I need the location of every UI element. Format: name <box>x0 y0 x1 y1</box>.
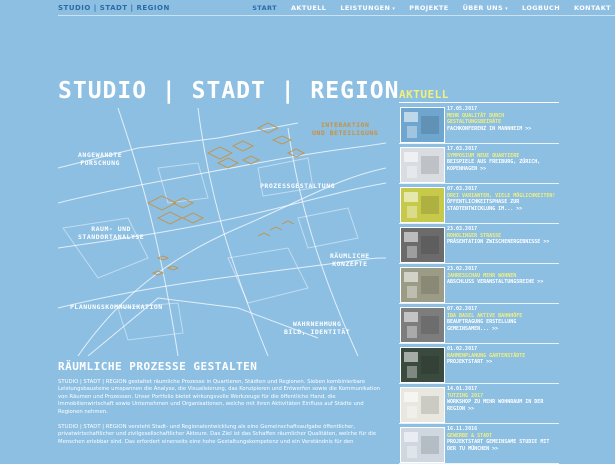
nav-ueber-uns[interactable]: ÜBER UNS ▾ <box>463 4 508 12</box>
news-date: 23.02.2017 <box>447 266 478 272</box>
news-thumbnail[interactable] <box>400 347 445 383</box>
news-thumbnail[interactable] <box>400 187 445 223</box>
news-headline-link[interactable]: GEWERBE & STADT <box>447 433 559 440</box>
news-headline-link[interactable]: TUTZING 2017 <box>447 393 559 400</box>
news-item[interactable]: 07.03.2017 DREI VARIANTEN, VIELE MÖGLICHK… <box>399 184 559 224</box>
nav-projekte[interactable]: PROJEKTE <box>409 4 448 12</box>
news-sidebar-title: AKTUELL <box>399 88 449 101</box>
news-headline-link[interactable]: IBA BASEL AKTIVE BAHNHÖFE <box>447 313 559 320</box>
nav-start-label: START <box>252 4 277 12</box>
sidebar-divider <box>399 102 559 103</box>
intro-paragraph-1: STUDIO | STADT | REGION gestaltet räumli… <box>58 379 381 415</box>
news-thumbnail[interactable] <box>400 427 445 463</box>
news-text: 07.03.2017 DREI VARIANTEN, VIELE MÖGLICHK… <box>447 186 559 212</box>
news-text: 17.05.2017 MEHR QUALITÄT DURCH GESTALTUNG… <box>447 106 559 132</box>
news-thumbnail[interactable] <box>400 387 445 423</box>
news-thumbnail[interactable] <box>400 147 445 183</box>
news-date: 23.03.2017 <box>447 226 478 232</box>
news-item[interactable]: 23.03.2017 ROHOLINGER STRASSE PRÄSENTATION… <box>399 224 559 264</box>
news-item[interactable]: 07.02.2017 IBA BASEL AKTIVE BAHNHÖFE BEAUF… <box>399 304 559 344</box>
news-teaser-link[interactable]: ABSCHLUSS VERANSTALTUNGSREIHE >> <box>447 279 559 286</box>
map-label-interaktion: INTERAKTION UND BETEILIGUNG <box>312 121 379 137</box>
news-teaser-link[interactable]: PRÄSENTATION ZWISCHENERGEBNISSE >> <box>447 239 559 246</box>
nav-kontakt-label: KONTAKT <box>574 4 611 12</box>
news-teaser-link[interactable]: FACHKONFERENZ IN MANNHEIM >> <box>447 126 559 133</box>
news-text: 01.02.2017 RAHMENPLANUNG GARTENSTÄDTE PROJ… <box>447 346 559 366</box>
header-divider <box>58 15 615 16</box>
nav-aktuell-label: AKTUELL <box>291 4 327 12</box>
news-thumbnail[interactable] <box>400 267 445 303</box>
news-date: 17.05.2017 <box>447 106 478 112</box>
news-teaser-link[interactable]: PROJEKTSTART GEMEINSAME STUDIE MIT DER T… <box>447 439 559 452</box>
section-heading: RÄUMLICHE PROZESSE GESTALTEN <box>58 360 258 373</box>
news-date: 16.11.2016 <box>447 426 478 432</box>
news-thumbnail[interactable] <box>400 107 445 143</box>
news-item[interactable]: 17.05.2017 MEHR QUALITÄT DURCH GESTALTUNG… <box>399 104 559 144</box>
news-headline-link[interactable]: JAHRESSCHAU MEHR WOHNEN <box>447 273 559 280</box>
chevron-down-icon: ▾ <box>392 6 396 12</box>
nav-aktuell[interactable]: AKTUELL <box>291 4 326 12</box>
news-teaser-link[interactable]: PROJEKTSTART >> <box>447 359 559 366</box>
news-headline-link[interactable]: RAHMENPLANUNG GARTENSTÄDTE <box>447 353 559 360</box>
news-teaser-link[interactable]: ÖFFENTLICHKEITSPHASE ZUR STADTENTWICKLUN… <box>447 199 559 212</box>
nav-kontakt[interactable]: KONTAKT <box>574 4 611 12</box>
nav-logbuch-label: LOGBUCH <box>522 4 561 12</box>
news-headline-link[interactable]: MEHR QUALITÄT DURCH GESTALTUNGSBEIRÄTE <box>447 113 559 126</box>
news-text: 14.01.2017 TUTZING 2017 WORKSHOP ZU MEHR W… <box>447 386 559 412</box>
news-teaser-link[interactable]: BEAUFTRAGUNG ERSTELLUNG GEMEINSAMEN... >… <box>447 319 559 332</box>
news-date: 07.03.2017 <box>447 186 478 192</box>
main-navigation: START AKTUELL LEISTUNGEN ▾ PROJEKTE ÜBER … <box>238 4 611 12</box>
page-title: STUDIO | STADT | REGION <box>58 78 400 104</box>
map-label-raeumliche-konzepte: RÄUMLICHE KONZEPTE <box>330 252 370 268</box>
news-text: 23.03.2017 ROHOLINGER STRASSE PRÄSENTATION… <box>447 226 559 246</box>
news-item[interactable]: 14.01.2017 TUTZING 2017 WORKSHOP ZU MEHR W… <box>399 384 559 424</box>
news-item[interactable]: 17.03.2017 SYMPOSIUM NEUE QUARTIERE BEISPI… <box>399 144 559 184</box>
news-teaser-link[interactable]: WORKSHOP ZU MEHR WOHNRAUM IN DER REGION … <box>447 399 559 412</box>
chevron-down-icon: ▾ <box>505 6 509 12</box>
news-date: 07.02.2017 <box>447 306 478 312</box>
nav-logbuch[interactable]: LOGBUCH <box>522 4 560 12</box>
nav-leistungen[interactable]: LEISTUNGEN ▾ <box>340 4 395 12</box>
site-logo[interactable]: STUDIO | STADT | REGION <box>58 4 170 12</box>
news-teaser-link[interactable]: BEISPIELE AUS FREIBURG, ZÜRICH, KOPENHAG… <box>447 159 559 172</box>
news-date: 01.02.2017 <box>447 346 478 352</box>
nav-start[interactable]: START <box>252 4 277 12</box>
map-label-planungskommunikation: PLANUNGSKOMMUNIKATION <box>70 303 163 311</box>
news-thumbnail[interactable] <box>400 227 445 263</box>
nav-leistungen-label: LEISTUNGEN <box>340 4 391 12</box>
nav-projekte-label: PROJEKTE <box>409 4 449 12</box>
news-date: 17.03.2017 <box>447 146 478 152</box>
news-text: 07.02.2017 IBA BASEL AKTIVE BAHNHÖFE BEAUF… <box>447 306 559 332</box>
map-label-wahrnehmung: WAHRNEHMUNG BILD, IDENTITÄT <box>284 320 351 336</box>
map-label-raum-standortanalyse: RAUM- UND STANDORTANALYSE <box>78 225 145 241</box>
news-text: 17.03.2017 SYMPOSIUM NEUE QUARTIERE BEISPI… <box>447 146 559 172</box>
news-text: 16.11.2016 GEWERBE & STADT PROJEKTSTART GE… <box>447 426 559 452</box>
news-item[interactable]: 16.11.2016 GEWERBE & STADT PROJEKTSTART GE… <box>399 424 559 464</box>
news-text: 23.02.2017 JAHRESSCHAU MEHR WOHNEN ABSCHLU… <box>447 266 559 286</box>
nav-ueber-uns-label: ÜBER UNS <box>462 4 504 12</box>
news-item[interactable]: 01.02.2017 RAHMENPLANUNG GARTENSTÄDTE PROJ… <box>399 344 559 384</box>
map-label-prozessgestaltung: PROZESSGESTALTUNG <box>260 182 336 190</box>
news-item[interactable]: 23.02.2017 JAHRESSCHAU MEHR WOHNEN ABSCHLU… <box>399 264 559 304</box>
intro-paragraph-2: STUDIO | STADT | REGION versteht Stadt- … <box>58 424 377 445</box>
map-label-angewandte-forschung: ANGEWANDTE FORSCHUNG <box>78 151 123 167</box>
news-date: 14.01.2017 <box>447 386 478 392</box>
news-thumbnail[interactable] <box>400 307 445 343</box>
